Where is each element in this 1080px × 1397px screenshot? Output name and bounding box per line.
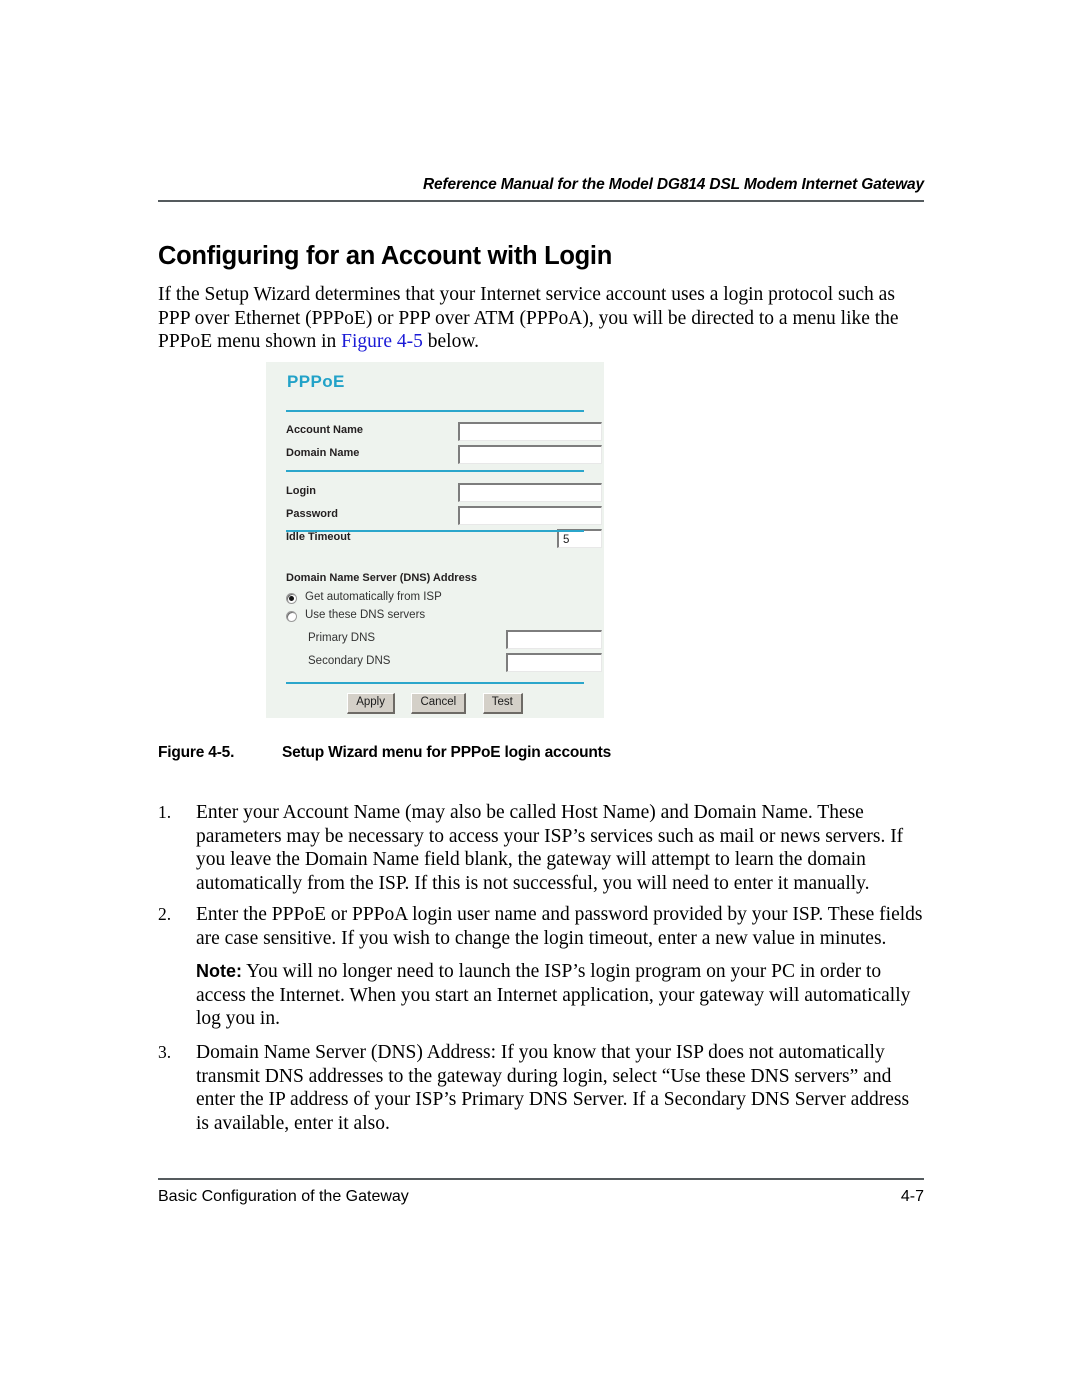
idle-timeout-row: Idle Timeout 5: [286, 529, 602, 550]
page-number: 4-7: [900, 1188, 924, 1205]
figure-cross-reference-link[interactable]: Figure 4-5: [341, 331, 423, 352]
note-block: Note: You will no longer need to launch …: [196, 960, 924, 1031]
document-page: Reference Manual for the Model DG814 DSL…: [0, 0, 1080, 1397]
account-name-label: Account Name: [286, 424, 364, 436]
divider-login-section: [286, 470, 584, 472]
domain-name-row: Domain Name: [286, 445, 602, 466]
secondary-dns-label: Secondary DNS: [308, 655, 391, 667]
radio-unselected-icon[interactable]: [286, 611, 297, 622]
footer-rule: [158, 1178, 924, 1180]
note-text: You will no longer need to launch the IS…: [196, 961, 911, 1029]
secondary-dns-row: Secondary DNS: [286, 653, 602, 674]
list-item-text: Domain Name Server (DNS) Address: If you…: [196, 1042, 910, 1134]
footer-section-title: Basic Configuration of the Gateway: [158, 1188, 409, 1205]
note-paragraph: Note: You will no longer need to launch …: [196, 960, 924, 1031]
password-input[interactable]: [458, 506, 602, 525]
list-item-text: Enter your Account Name (may also be cal…: [196, 802, 904, 894]
radio-dot-icon: [289, 596, 294, 601]
list-item-number: 1.: [158, 802, 172, 822]
page-footer: Basic Configuration of the Gateway 4-7: [158, 1178, 924, 1206]
page-title: Configuring for an Account with Login: [158, 242, 612, 271]
login-row: Login: [286, 483, 602, 504]
running-header: Reference Manual for the Model DG814 DSL…: [158, 176, 924, 202]
test-button[interactable]: Test: [482, 693, 523, 714]
divider-top: [286, 410, 584, 412]
apply-button[interactable]: Apply: [347, 693, 395, 714]
cancel-button[interactable]: Cancel: [411, 693, 467, 714]
login-label: Login: [286, 485, 316, 497]
login-input[interactable]: [458, 483, 602, 502]
figure-caption-text: Setup Wizard menu for PPPoE login accoun…: [282, 744, 612, 761]
idle-timeout-label: Idle Timeout: [286, 531, 351, 543]
list-item-text: Enter the PPPoE or PPPoA login user name…: [196, 904, 923, 949]
primary-dns-row: Primary DNS: [286, 630, 602, 651]
list-item: 3. Domain Name Server (DNS) Address: If …: [158, 1041, 924, 1135]
pppoe-setup-screenshot: PPPoE Account Name Domain Name Login Pas…: [266, 362, 604, 718]
list-item: 2. Enter the PPPoE or PPPoA login user n…: [158, 903, 924, 950]
divider-dns-section: [286, 530, 584, 532]
figure-caption: Figure 4-5. Setup Wizard menu for PPPoE l…: [158, 744, 611, 762]
secondary-dns-input[interactable]: [506, 653, 602, 672]
primary-dns-input[interactable]: [506, 630, 602, 649]
form-button-row: Apply Cancel Test: [286, 692, 584, 714]
pppoe-panel-title: PPPoE: [287, 372, 345, 391]
divider-buttons: [286, 682, 584, 684]
domain-name-label: Domain Name: [286, 447, 360, 459]
list-item-number: 2.: [158, 904, 172, 924]
radio-selected-icon[interactable]: [286, 593, 297, 604]
note-label: Note:: [196, 961, 242, 981]
footer-row: Basic Configuration of the Gateway 4-7: [158, 1188, 924, 1206]
intro-paragraph: If the Setup Wizard determines that your…: [158, 283, 924, 354]
password-label: Password: [286, 508, 338, 520]
intro-paragraph-wrapper: If the Setup Wizard determines that your…: [158, 283, 924, 354]
list-item: 1. Enter your Account Name (may also be …: [158, 801, 924, 895]
account-name-input[interactable]: [458, 422, 602, 441]
dns-auto-option-label: Get automatically from ISP: [305, 591, 442, 603]
dns-section-label: Domain Name Server (DNS) Address: [286, 572, 477, 584]
intro-text-after: below.: [422, 331, 480, 352]
intro-text-before: If the Setup Wizard determines that your…: [158, 284, 899, 352]
figure-caption-number: Figure 4-5.: [158, 744, 235, 761]
primary-dns-label: Primary DNS: [308, 632, 376, 644]
password-row: Password: [286, 506, 602, 527]
domain-name-input[interactable]: [458, 445, 602, 464]
list-item-number: 3.: [158, 1042, 172, 1062]
dns-manual-option-label: Use these DNS servers: [305, 609, 426, 621]
account-name-row: Account Name: [286, 422, 602, 443]
header-rule: [158, 200, 924, 202]
running-header-title: Reference Manual for the Model DG814 DSL…: [422, 176, 924, 193]
